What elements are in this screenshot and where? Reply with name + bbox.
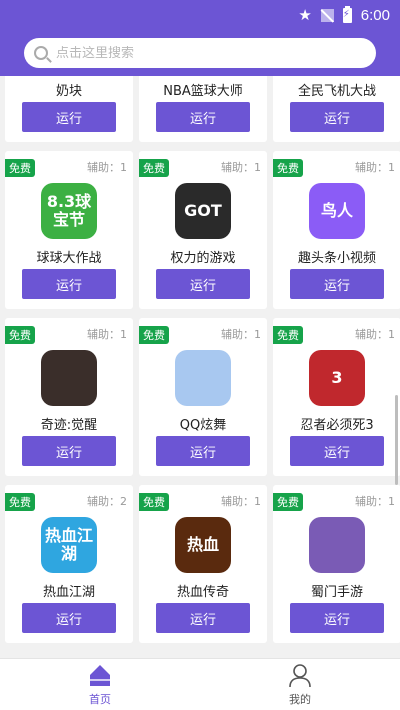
game-icon-text <box>175 350 231 406</box>
game-icon-text: GOT <box>184 201 222 221</box>
game-card[interactable]: 免费 辅助：1 GOT 权力的游戏运行 <box>139 151 267 309</box>
game-name: 奇迹:觉醒 <box>40 418 98 433</box>
game-card[interactable]: 奶块奶块运行 <box>5 76 133 142</box>
game-icon[interactable] <box>41 350 97 406</box>
scrollbar[interactable] <box>395 395 398 485</box>
aux-count: 辅助：1 <box>355 161 395 174</box>
tab-mine-label: 我的 <box>289 693 311 706</box>
run-button[interactable]: 运行 <box>156 269 250 299</box>
run-button[interactable]: 运行 <box>22 603 116 633</box>
status-bar: ★ 6:00 <box>0 0 400 30</box>
star-icon: ★ <box>298 5 312 24</box>
game-icon[interactable] <box>175 350 231 406</box>
free-badge: 免费 <box>273 326 303 344</box>
run-button[interactable]: 运行 <box>22 269 116 299</box>
free-badge: 免费 <box>5 326 35 344</box>
home-icon <box>90 665 110 686</box>
user-icon <box>289 664 311 688</box>
game-icon-text: 鸟人 <box>320 201 353 221</box>
game-icon[interactable]: GOT <box>175 183 231 239</box>
game-name: 全民飞机大战 <box>297 84 376 99</box>
game-icon[interactable]: 3 <box>309 350 365 406</box>
game-list[interactable]: 奶块奶块运行篮球大师NBA篮球大师运行全民飞机大战运行免费辅助：18.3球宝节球… <box>0 76 400 658</box>
run-button[interactable]: 运行 <box>290 269 384 299</box>
free-badge: 免费 <box>5 159 35 177</box>
run-button[interactable]: 运行 <box>290 603 384 633</box>
game-name: 忍者必须死3 <box>300 418 374 433</box>
run-button[interactable]: 运行 <box>290 102 384 132</box>
run-button[interactable]: 运行 <box>22 436 116 466</box>
game-name: QQ炫舞 <box>179 418 227 433</box>
aux-count: 辅助：2 <box>87 495 127 508</box>
tab-home-label: 首页 <box>89 693 111 706</box>
free-badge: 免费 <box>139 326 169 344</box>
run-button[interactable]: 运行 <box>156 603 250 633</box>
aux-count: 辅助：1 <box>355 328 395 341</box>
game-icon[interactable] <box>309 517 365 573</box>
game-icon-text: 8.3球宝节 <box>46 192 92 229</box>
game-card[interactable]: 免费 辅助：1 热血热血传奇运行 <box>139 485 267 643</box>
game-name: 权力的游戏 <box>170 251 236 266</box>
game-icon-text: 热血江湖 <box>44 526 93 563</box>
run-button[interactable]: 运行 <box>290 436 384 466</box>
game-card[interactable]: 免费 辅助：1 奇迹:觉醒运行 <box>5 318 133 476</box>
tab-home[interactable]: 首页 <box>0 659 200 710</box>
search-bar[interactable] <box>24 38 376 68</box>
game-card[interactable]: 免费 辅助：1 蜀门手游运行 <box>273 485 400 643</box>
game-name: 奶块 <box>55 84 82 99</box>
tab-mine[interactable]: 我的 <box>200 659 400 710</box>
app-header: ★ 6:00 <box>0 0 400 76</box>
free-badge: 免费 <box>273 159 303 177</box>
free-badge: 免费 <box>5 493 35 511</box>
free-badge: 免费 <box>139 159 169 177</box>
no-sim-icon <box>320 8 334 22</box>
game-icon[interactable]: 鸟人 <box>309 183 365 239</box>
aux-count: 辅助：1 <box>87 328 127 341</box>
run-button[interactable]: 运行 <box>156 436 250 466</box>
search-input[interactable] <box>56 45 336 61</box>
game-card[interactable]: 免费 辅助：1 鸟人趣头条小视频运行 <box>273 151 400 309</box>
aux-count: 辅助：1 <box>221 328 261 341</box>
game-card[interactable]: 篮球大师NBA篮球大师运行 <box>139 76 267 142</box>
battery-charging-icon <box>342 5 352 23</box>
free-badge: 免费 <box>273 493 303 511</box>
game-card[interactable]: 免费 辅助：1 3 忍者必须死3 运行 <box>273 318 400 476</box>
game-icon-text <box>41 350 97 406</box>
game-grid: 奶块奶块运行篮球大师NBA篮球大师运行全民飞机大战运行免费辅助：18.3球宝节球… <box>0 76 400 643</box>
run-button[interactable]: 运行 <box>22 102 116 132</box>
game-card[interactable]: 免费 辅助：1 8.3球宝节球球大作战运行 <box>5 151 133 309</box>
aux-count: 辅助：1 <box>355 495 395 508</box>
bottom-tab-bar: 首页 我的 <box>0 658 400 710</box>
game-icon-text: 3 <box>331 368 343 388</box>
run-button[interactable]: 运行 <box>156 102 250 132</box>
aux-count: 辅助：1 <box>87 161 127 174</box>
game-name: 热血传奇 <box>176 585 229 600</box>
game-card[interactable]: 全民飞机大战 运行 <box>273 76 400 142</box>
aux-count: 辅助：1 <box>221 161 261 174</box>
game-icon[interactable]: 热血江湖 <box>41 517 97 573</box>
game-icon-text <box>309 517 365 573</box>
game-name: 蜀门手游 <box>310 585 363 600</box>
game-name: NBA篮球大师 <box>163 84 243 99</box>
game-name: 热血江湖 <box>42 585 95 600</box>
game-icon-text: 热血 <box>186 535 219 555</box>
status-time: 6:00 <box>360 6 390 24</box>
aux-count: 辅助：1 <box>221 495 261 508</box>
game-name: 趣头条小视频 <box>297 251 376 266</box>
free-badge: 免费 <box>139 493 169 511</box>
search-icon <box>34 46 48 60</box>
game-icon[interactable]: 热血 <box>175 517 231 573</box>
game-icon[interactable]: 8.3球宝节 <box>41 183 97 239</box>
game-card[interactable]: 免费 辅助：1 QQ炫舞运行 <box>139 318 267 476</box>
game-name: 球球大作战 <box>36 251 102 266</box>
game-card[interactable]: 免费 辅助：2 热血江湖 热血江湖 运行 <box>5 485 133 643</box>
